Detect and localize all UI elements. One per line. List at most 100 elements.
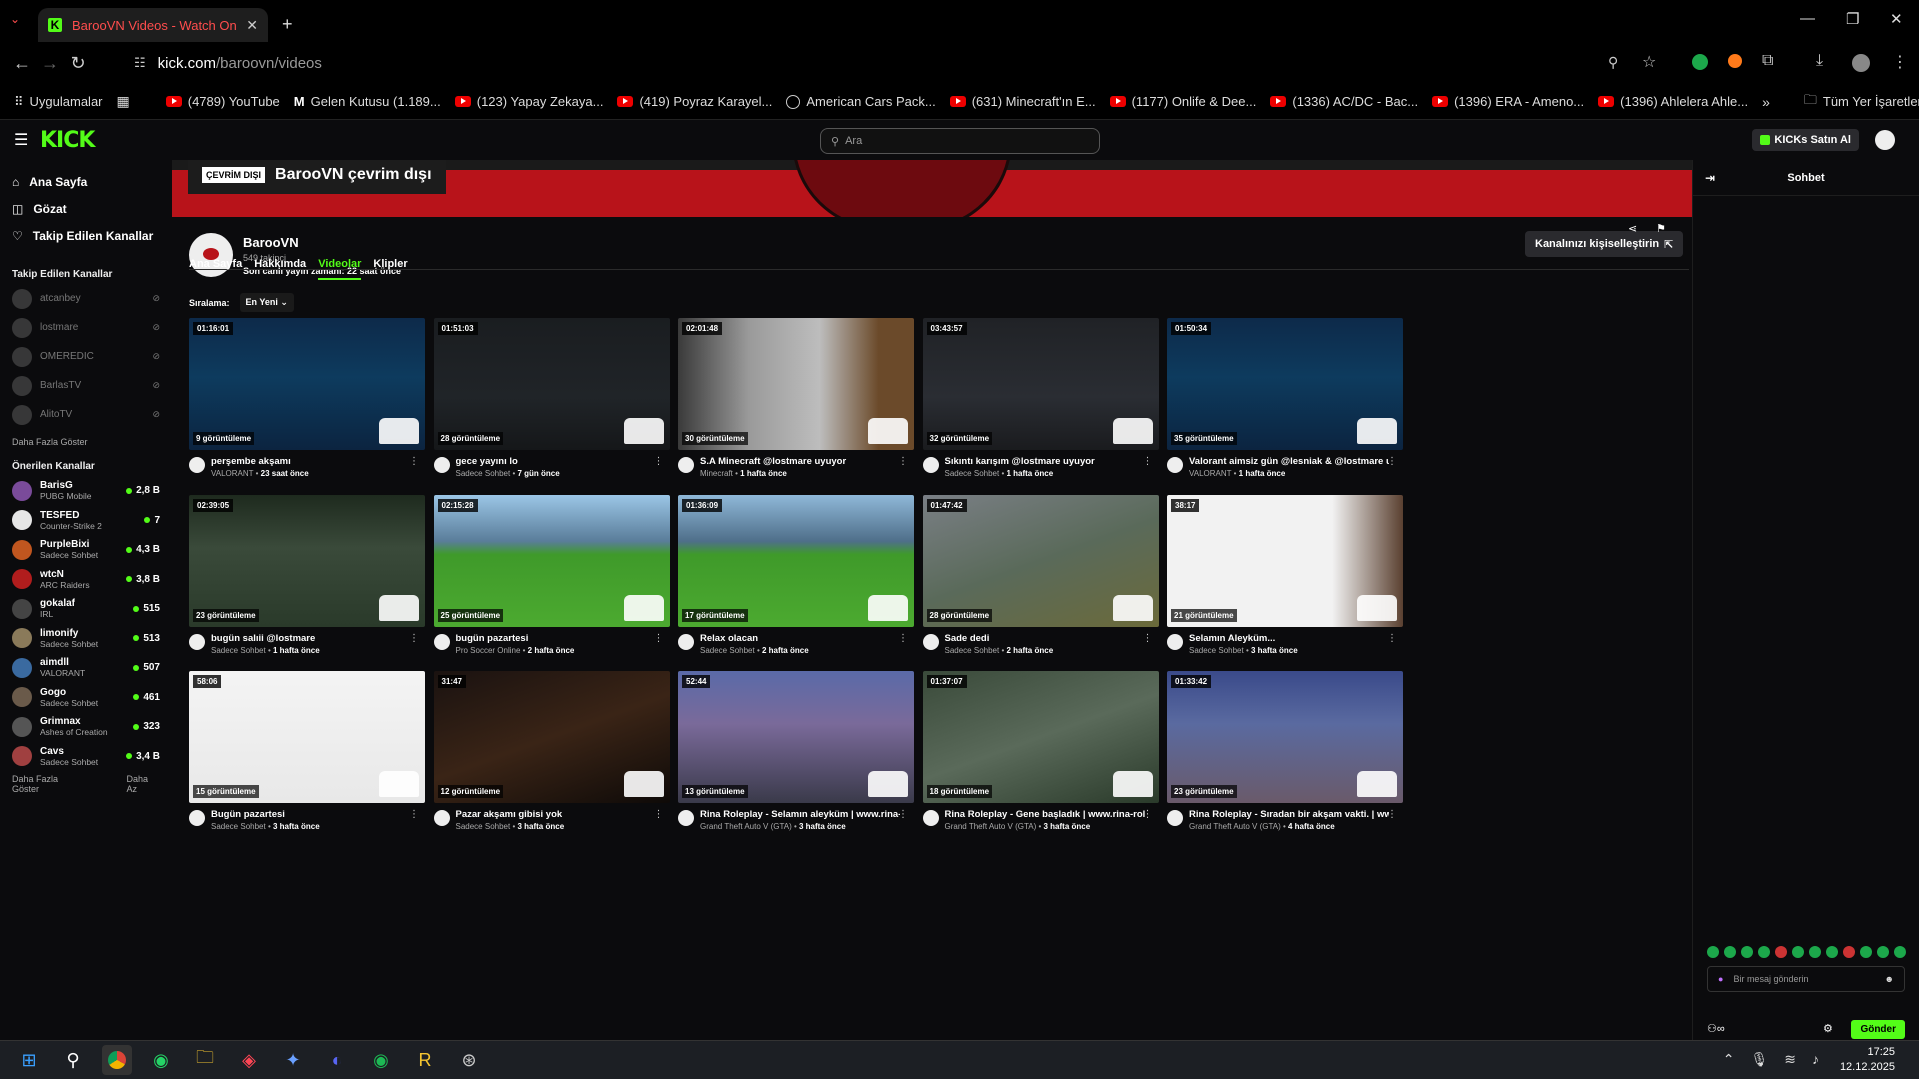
file-explorer-icon[interactable]: 🗀 <box>190 1045 220 1075</box>
video-title[interactable]: Valorant aimsiz gün @lesniak & @lostmare… <box>1189 456 1389 467</box>
minimize-icon[interactable]: — <box>1800 10 1815 27</box>
chat-settings-icon[interactable]: ⚙ <box>1823 1022 1833 1035</box>
video-thumbnail[interactable]: 01:50:34 35 görüntüleme <box>1167 318 1403 450</box>
zoom-icon[interactable]: ⚲ <box>1608 54 1618 71</box>
video-thumbnail[interactable]: 01:47:42 28 görüntüleme <box>922 494 1159 627</box>
emote-icon[interactable] <box>1877 946 1889 958</box>
bookmark-item[interactable]: (1396) ERA - Ameno... <box>1432 94 1584 109</box>
tab-about[interactable]: Hakkımda <box>254 258 306 280</box>
video-options-icon[interactable]: ⋮ <box>1387 633 1397 644</box>
recommended-channel[interactable]: Gogo Sadece Sohbet 461 <box>0 683 172 713</box>
video-options-icon[interactable]: ⋮ <box>898 809 908 820</box>
channel-avatar[interactable] <box>189 457 205 473</box>
url-field[interactable]: ☷ kick.com/baroovn/videos <box>122 46 1652 80</box>
site-info-icon[interactable]: ☷ <box>134 55 146 71</box>
bookmark-item[interactable]: (1396) Ahlelera Ahle... <box>1598 94 1748 109</box>
video-category[interactable]: Sadece Sohbet <box>945 646 1000 655</box>
bookmark-item[interactable]: (631) Minecraft'ın E... <box>949 94 1096 109</box>
hamburger-menu-icon[interactable]: ☰ <box>14 130 28 150</box>
forward-icon[interactable]: → <box>36 53 64 74</box>
recommended-channel[interactable]: PurpleBixi Sadece Sohbet 4,3 B <box>0 535 172 565</box>
video-options-icon[interactable]: ⋮ <box>409 456 419 467</box>
user-avatar[interactable] <box>1875 130 1895 150</box>
emote-icon[interactable] <box>1775 946 1787 958</box>
emoji-icon[interactable]: ☻ <box>1885 974 1894 984</box>
video-options-icon[interactable]: ⋮ <box>1143 633 1153 644</box>
chat-users-icon[interactable]: ⚇∞ <box>1707 1022 1725 1035</box>
video-thumbnail[interactable]: 02:01:48 30 görüntüleme <box>678 318 914 450</box>
video-title[interactable]: gece yayını lo <box>456 456 656 467</box>
video-card[interactable]: 01:51:03 28 görüntüleme gece yayını lo Sade… <box>433 318 670 495</box>
profile-avatar-icon[interactable] <box>1852 54 1870 72</box>
emote-icon[interactable] <box>1843 946 1855 958</box>
emote-icon[interactable] <box>1860 946 1872 958</box>
video-card[interactable]: 02:39:05 23 görüntüleme bugün salıii @lost… <box>189 494 425 672</box>
video-thumbnail[interactable]: 01:16:01 9 görüntüleme <box>189 318 425 450</box>
video-category[interactable]: Grand Theft Auto V (GTA) <box>700 822 792 831</box>
video-title[interactable]: bugün salıii @lostmare <box>211 633 411 644</box>
video-thumbnail[interactable]: 31:47 12 görüntüleme <box>433 671 670 803</box>
bookmark-item[interactable]: (4789) YouTube <box>165 94 280 109</box>
channel-avatar[interactable] <box>1167 633 1183 650</box>
taskbar-search-icon[interactable]: ⚲ <box>58 1045 88 1075</box>
recommended-channel[interactable]: wtcN ARC Raiders 3,8 B <box>0 565 172 595</box>
kick-logo[interactable]: KICK <box>40 128 95 153</box>
chat-message-input[interactable]: ● Bir mesaj gönderin ☻ <box>1707 966 1905 992</box>
video-card[interactable]: 52:44 13 görüntüleme Rina Roleplay - Selam… <box>678 671 914 848</box>
video-title[interactable]: Pazar akşamı gibisi yok <box>456 809 656 820</box>
sidebar-nav-following[interactable]: ♡ Takip Edilen Kanallar <box>0 222 172 249</box>
recommended-channel[interactable]: aimdll VALORANT 507 <box>0 653 172 683</box>
show-more-followed[interactable]: Daha Fazla Göster <box>0 429 172 455</box>
video-thumbnail[interactable]: 03:43:57 32 görüntüleme <box>922 318 1159 450</box>
close-tab-icon[interactable]: ✕ <box>246 17 258 34</box>
video-category[interactable]: Grand Theft Auto V (GTA) <box>1189 822 1281 831</box>
video-thumbnail[interactable]: 38:17 21 görüntüleme <box>1167 494 1403 627</box>
video-thumbnail[interactable]: 01:37:07 18 görüntüleme <box>922 671 1159 803</box>
video-category[interactable]: Sadece Sohbet <box>700 646 755 655</box>
video-options-icon[interactable]: ⋮ <box>1387 809 1397 820</box>
video-card[interactable]: 01:50:34 35 görüntüleme Valorant aimsiz gü… <box>1167 318 1403 495</box>
video-options-icon[interactable]: ⋮ <box>409 809 419 820</box>
channel-avatar[interactable] <box>678 810 694 826</box>
steam-icon[interactable]: ⊛ <box>454 1045 484 1075</box>
video-card[interactable]: 38:17 21 görüntüleme Selamın Aleyküm... Sad… <box>1167 494 1403 672</box>
bookmark-star-icon[interactable]: ☆ <box>1642 52 1656 72</box>
video-title[interactable]: Rina Roleplay - Gene başladık | www.rina… <box>945 809 1145 820</box>
channel-avatar[interactable] <box>922 633 939 650</box>
recommended-channel[interactable]: BarisG PUBG Mobile 2,8 B <box>0 476 172 506</box>
valorant-icon[interactable]: ◈ <box>234 1045 264 1075</box>
bookmark-item[interactable]: (419) Poyraz Karayel... <box>617 94 772 109</box>
emote-icon[interactable] <box>1707 946 1719 958</box>
followed-channel[interactable]: lostmare ⊘ <box>0 313 172 342</box>
download-icon[interactable]: ⤓ <box>1816 52 1823 70</box>
app-icon[interactable]: ✦ <box>278 1045 308 1075</box>
show-more-recommended[interactable]: Daha Fazla Göster <box>12 774 86 794</box>
channel-avatar[interactable] <box>433 457 450 473</box>
video-thumbnail[interactable]: 02:39:05 23 görüntüleme <box>189 494 425 627</box>
recommended-channel[interactable]: Cavs Sadece Sohbet 3,4 B <box>0 742 172 772</box>
send-button[interactable]: Gönder <box>1851 1020 1905 1039</box>
whatsapp-icon[interactable]: ◉ <box>146 1045 176 1075</box>
all-bookmarks[interactable]: 🗀 Tüm Yer İşaretleri <box>1804 91 1919 113</box>
video-card[interactable]: 02:01:48 30 görüntüleme S.A Minecraft @los… <box>678 318 914 495</box>
video-thumbnail[interactable]: 58:06 15 görüntüleme <box>189 671 425 803</box>
video-thumbnail[interactable]: 52:44 13 görüntüleme <box>678 671 914 803</box>
tab-clips[interactable]: Klipler <box>373 258 407 280</box>
channel-avatar[interactable] <box>189 810 205 826</box>
emote-icon[interactable] <box>1758 946 1770 958</box>
video-options-icon[interactable]: ⋮ <box>898 456 908 467</box>
video-category[interactable]: Minecraft <box>700 469 733 478</box>
extensions-puzzle-icon[interactable]: ⧉ <box>1762 52 1773 70</box>
video-title[interactable]: perşembe akşamı <box>211 456 411 467</box>
search-input[interactable]: ⚲ Ara <box>820 128 1100 154</box>
riot-icon[interactable]: R <box>410 1045 440 1075</box>
browser-tab[interactable]: K BarooVN Videos - Watch On-D ✕ <box>38 8 268 42</box>
clock[interactable]: 17:25 12.12.2025 <box>1840 1045 1895 1075</box>
close-window-icon[interactable]: ✕ <box>1890 10 1903 28</box>
channel-avatar[interactable] <box>189 633 205 650</box>
volume-icon[interactable]: ♪ <box>1812 1051 1819 1068</box>
video-card[interactable]: 01:16:01 9 görüntüleme perşembe akşamı VALO… <box>189 318 425 495</box>
video-title[interactable]: bugün pazartesi <box>456 633 656 644</box>
video-category[interactable]: Pro Soccer Online <box>456 646 521 655</box>
followed-channel[interactable]: AlitoTV ⊘ <box>0 400 172 429</box>
